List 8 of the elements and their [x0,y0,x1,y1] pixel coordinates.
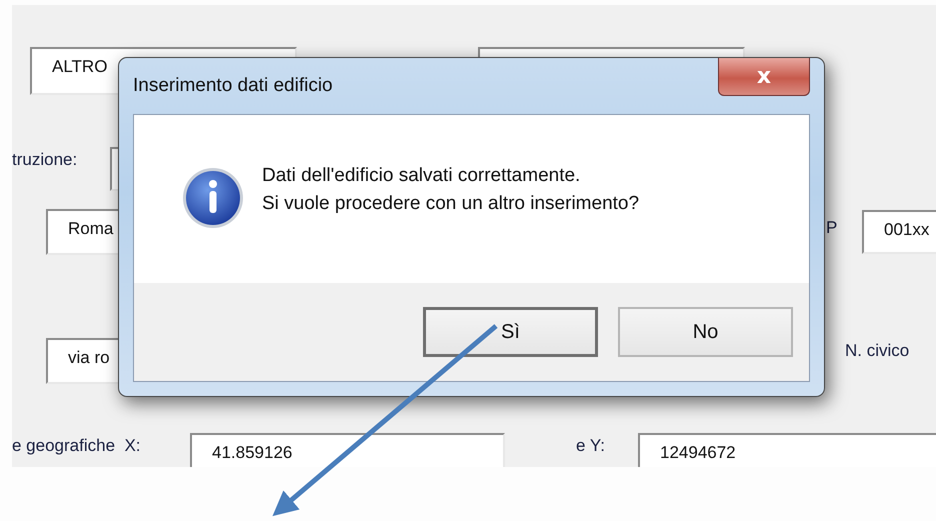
field-label: truzione: [12,150,78,170]
message-text: Si vuole procedere con un altro inserimento? [262,193,640,215]
message-text: Dati dell'edificio salvati correttamente. [262,165,582,187]
field-label: e geografiche X: [12,436,141,456]
field-label: N. civico [845,341,910,361]
dialog-title: Inserimento dati edificio [133,75,333,97]
field-label: P [826,218,838,238]
field-label: e Y: [576,436,605,456]
